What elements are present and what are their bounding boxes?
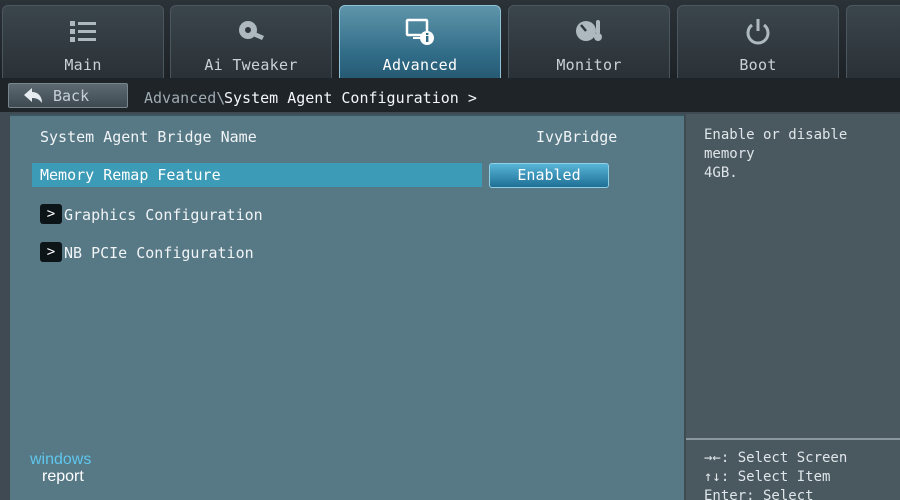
settings-panel: System Agent Bridge Name IvyBridge Memor… (10, 114, 684, 500)
submenu-arrow-icon: > (40, 242, 62, 262)
back-button[interactable]: Back (8, 83, 128, 108)
back-arrow-icon (24, 88, 42, 103)
submenu-label: NB PCIe Configuration (64, 244, 254, 262)
tab-bar: Main Ai Tweaker Advanced Monitor Boot (0, 0, 900, 78)
windows-report-logo: windows report (29, 451, 91, 484)
help-description: Enable or disable memory 4GB. (704, 126, 900, 183)
breadcrumb-current: System Agent Configuration > (224, 89, 477, 107)
help-panel: Enable or disable memory 4GB. →←: Select… (686, 114, 900, 500)
bridge-name-value: IvyBridge (536, 128, 618, 146)
submenu-graphics-configuration[interactable]: > Graphics Configuration (40, 204, 340, 226)
monitor-info-icon (405, 18, 434, 45)
key-help-select-item: ↑↓: Select Item (704, 469, 831, 485)
tab-ai-tweaker[interactable]: Ai Tweaker (170, 5, 332, 78)
memory-remap-label: Memory Remap Feature (40, 166, 221, 184)
tab-boot-label: Boot (739, 56, 777, 74)
memory-remap-row[interactable]: Memory Remap Feature (32, 163, 482, 187)
fan-icon (239, 21, 264, 40)
back-button-label: Back (53, 87, 90, 105)
power-icon (746, 19, 770, 45)
help-description-line: Enable or disable memory (704, 127, 848, 162)
help-description-line: 4GB. (704, 165, 738, 181)
watermark-line2: report (42, 468, 84, 484)
key-help-enter: Enter: Select (704, 488, 814, 500)
tab-ai-tweaker-label: Ai Tweaker (204, 56, 298, 74)
list-icon (70, 21, 96, 42)
breadcrumb: Back Advanced\ System Agent Configuratio… (0, 78, 900, 112)
tab-advanced[interactable]: Advanced (339, 5, 501, 78)
tab-boot[interactable]: Boot (677, 5, 839, 78)
gauge-thermometer-icon (576, 20, 602, 41)
tab-overflow[interactable] (846, 5, 900, 78)
submenu-nb-pcie-configuration[interactable]: > NB PCIe Configuration (40, 242, 340, 264)
key-help-select-screen: →←: Select Screen (704, 450, 848, 466)
tab-monitor[interactable]: Monitor (508, 5, 670, 78)
memory-remap-select[interactable]: Enabled (489, 163, 609, 188)
breadcrumb-parent[interactable]: Advanced\ (144, 89, 225, 107)
tab-monitor-label: Monitor (556, 56, 622, 74)
watermark-line1: windows (29, 451, 91, 468)
tab-advanced-label: Advanced (382, 56, 458, 74)
bridge-name-label: System Agent Bridge Name (40, 128, 257, 146)
help-divider (686, 438, 900, 440)
submenu-label: Graphics Configuration (64, 206, 263, 224)
tab-main[interactable]: Main (2, 5, 164, 78)
tab-main-label: Main (64, 56, 102, 74)
submenu-arrow-icon: > (40, 204, 62, 224)
